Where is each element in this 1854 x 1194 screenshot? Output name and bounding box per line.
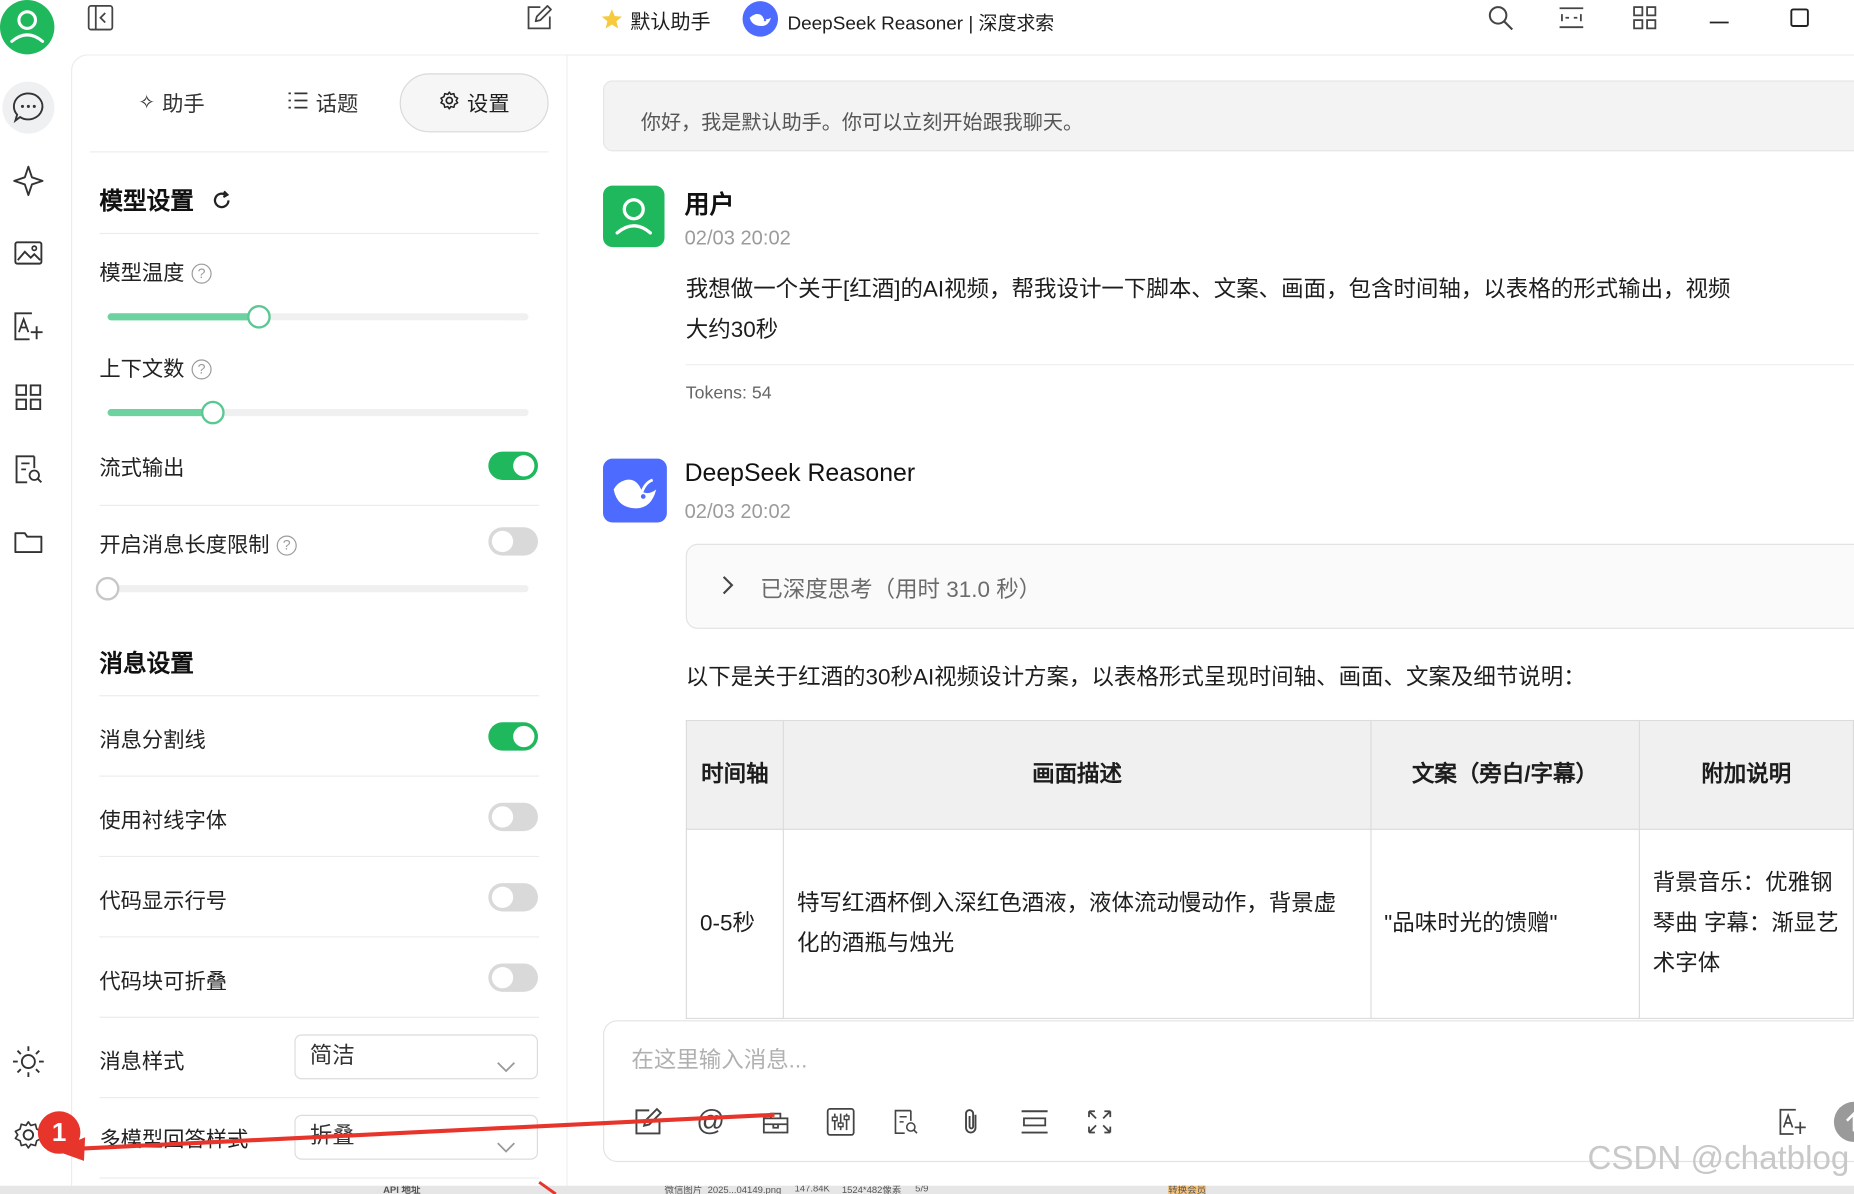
app-window: 默认助手 DeepSeek Reasoner | 深度求索 ✧ 助手 话题 设置… <box>0 0 1854 1194</box>
annotation-marker: 1 <box>37 1111 81 1154</box>
app-viewport: 默认助手 DeepSeek Reasoner | 深度求索 ✧ 助手 话题 设置… <box>0 0 1854 1194</box>
annotation-arrow <box>54 1112 775 1194</box>
watermark: CSDN @chatblog <box>1587 1139 1850 1177</box>
